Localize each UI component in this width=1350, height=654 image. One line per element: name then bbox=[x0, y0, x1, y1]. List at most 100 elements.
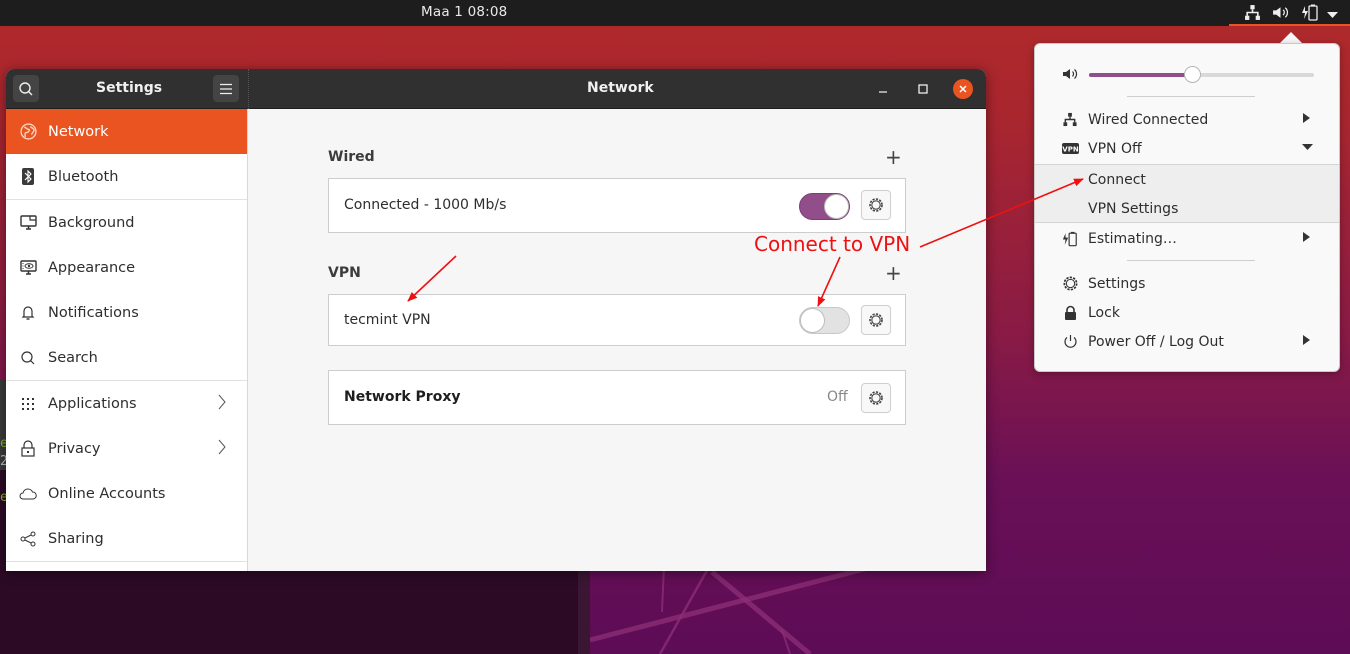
menu-separator bbox=[1127, 260, 1255, 261]
toggle-knob bbox=[824, 194, 849, 219]
system-menu: Wired Connected VPN VPN Off Connect VPN … bbox=[1034, 43, 1340, 372]
add-wired-button[interactable]: + bbox=[885, 147, 902, 167]
minimize-icon bbox=[879, 91, 887, 93]
sidebar-item-notifications[interactable]: Notifications bbox=[6, 290, 247, 335]
menu-item-lock[interactable]: Lock bbox=[1035, 298, 1339, 327]
menu-item-label: Lock bbox=[1088, 304, 1120, 321]
sidebar-item-applications[interactable]: Applications bbox=[6, 381, 247, 426]
sidebar-item-sharing[interactable]: Sharing bbox=[6, 516, 247, 561]
sidebar-title: Settings bbox=[96, 80, 163, 96]
menu-item-battery[interactable]: Estimating… bbox=[1035, 224, 1339, 253]
hamburger-menu-button[interactable] bbox=[213, 75, 239, 102]
hamburger-icon bbox=[220, 83, 232, 94]
menu-item-vpn-settings[interactable]: VPN Settings bbox=[1035, 194, 1339, 223]
power-icon bbox=[1061, 334, 1079, 349]
wired-settings-button[interactable] bbox=[861, 190, 891, 220]
monitor-icon bbox=[19, 214, 37, 232]
page-title: Network bbox=[587, 80, 654, 96]
sidebar-item-label: Sharing bbox=[48, 530, 104, 547]
close-icon bbox=[959, 85, 967, 93]
toggle-knob bbox=[800, 308, 825, 333]
menu-item-power[interactable]: Power Off / Log Out bbox=[1035, 327, 1339, 356]
wired-connection-label: Connected - 1000 Mb/s bbox=[344, 197, 507, 213]
wired-connection-row: Connected - 1000 Mb/s bbox=[328, 178, 906, 233]
search-button[interactable] bbox=[13, 75, 39, 102]
maximize-button[interactable] bbox=[913, 79, 933, 99]
menu-item-settings[interactable]: Settings bbox=[1035, 269, 1339, 298]
sidebar-item-label: Bluetooth bbox=[48, 168, 119, 185]
menu-item-label: Wired Connected bbox=[1088, 111, 1209, 128]
sidebar-item-appearance[interactable]: Appearance bbox=[6, 245, 247, 290]
lock-icon bbox=[1061, 305, 1079, 321]
network-wired-icon[interactable] bbox=[1244, 4, 1261, 25]
submenu-arrow-icon bbox=[1303, 335, 1310, 348]
maximize-icon bbox=[918, 84, 928, 94]
volume-slider[interactable] bbox=[1089, 66, 1314, 83]
menu-item-label: VPN Settings bbox=[1088, 200, 1179, 217]
vpn-settings-button[interactable] bbox=[861, 305, 891, 335]
header-divider bbox=[248, 69, 249, 109]
menu-item-label: Settings bbox=[1088, 275, 1146, 292]
sidebar-item-label: Background bbox=[48, 214, 135, 231]
settings-window: Settings Network Network Bluetooth Backg… bbox=[6, 69, 986, 571]
proxy-settings-button[interactable] bbox=[861, 383, 891, 413]
sidebar-item-label: Applications bbox=[48, 395, 137, 412]
gear-icon bbox=[869, 391, 883, 405]
search-icon bbox=[19, 81, 33, 95]
lock-icon bbox=[19, 440, 37, 458]
wired-toggle[interactable] bbox=[799, 193, 850, 220]
menu-separator bbox=[1127, 96, 1255, 97]
submenu-arrow-icon bbox=[1303, 113, 1310, 126]
volume-slider-fill bbox=[1089, 73, 1193, 77]
header-bar: Settings Network bbox=[6, 69, 986, 109]
battery-charging-icon[interactable] bbox=[1301, 4, 1319, 25]
gear-icon bbox=[1061, 275, 1079, 292]
menu-item-wired[interactable]: Wired Connected bbox=[1035, 105, 1339, 134]
add-vpn-button[interactable]: + bbox=[885, 263, 902, 283]
close-button[interactable] bbox=[953, 79, 973, 99]
sidebar-item-label: Privacy bbox=[48, 440, 101, 457]
vpn-section-title: VPN bbox=[328, 265, 361, 281]
menu-item-label: Power Off / Log Out bbox=[1088, 333, 1224, 350]
sidebar-item-privacy[interactable]: Privacy bbox=[6, 426, 247, 471]
top-bar: Maa 1 08:08 bbox=[0, 0, 1350, 26]
volume-slider-handle[interactable] bbox=[1184, 66, 1201, 83]
sidebar-item-label: Appearance bbox=[48, 259, 136, 276]
clock[interactable]: Maa 1 08:08 bbox=[421, 4, 507, 20]
network-wired-icon bbox=[1061, 112, 1079, 127]
chevron-right-icon bbox=[218, 439, 226, 459]
sidebar-item-background[interactable]: Background bbox=[6, 200, 247, 245]
expand-arrow-icon bbox=[1302, 143, 1313, 154]
sidebar-item-label: Notifications bbox=[48, 304, 139, 321]
sidebar-item-bluetooth[interactable]: Bluetooth bbox=[6, 154, 247, 199]
bell-icon bbox=[19, 304, 37, 322]
sidebar-item-label: Online Accounts bbox=[48, 485, 166, 502]
menu-item-label: VPN Off bbox=[1088, 140, 1142, 157]
appearance-icon bbox=[19, 259, 37, 277]
dropdown-arrow-icon[interactable] bbox=[1327, 7, 1338, 23]
battery-charging-icon bbox=[1061, 231, 1079, 247]
bluetooth-icon bbox=[19, 168, 37, 186]
menu-item-label: Connect bbox=[1088, 171, 1146, 188]
sidebar-item-online-accounts[interactable]: Online Accounts bbox=[6, 471, 247, 516]
menu-item-vpn[interactable]: VPN VPN Off bbox=[1035, 134, 1339, 163]
sidebar-item-network[interactable]: Network bbox=[6, 109, 247, 154]
volume-icon bbox=[1061, 67, 1079, 81]
vpn-toggle[interactable] bbox=[799, 307, 850, 334]
share-icon bbox=[19, 530, 37, 548]
minimize-button[interactable] bbox=[873, 79, 893, 99]
annotation-label: Connect to VPN bbox=[754, 232, 911, 256]
vpn-connection-row: tecmint VPN bbox=[328, 294, 906, 346]
settings-sidebar: Network Bluetooth Background Appearance bbox=[6, 109, 248, 571]
terminal-edge bbox=[578, 570, 590, 654]
volume-icon[interactable] bbox=[1272, 4, 1289, 25]
network-proxy-label: Network Proxy bbox=[344, 389, 461, 405]
menu-item-vpn-connect[interactable]: Connect bbox=[1035, 165, 1339, 194]
system-tray[interactable] bbox=[1229, 0, 1350, 26]
vpn-connection-label: tecmint VPN bbox=[344, 312, 431, 328]
network-proxy-status: Off bbox=[827, 389, 848, 405]
sidebar-divider bbox=[6, 561, 247, 562]
grid-icon bbox=[19, 395, 37, 413]
network-proxy-row[interactable]: Network Proxy Off bbox=[328, 370, 906, 425]
sidebar-item-search[interactable]: Search bbox=[6, 335, 247, 380]
